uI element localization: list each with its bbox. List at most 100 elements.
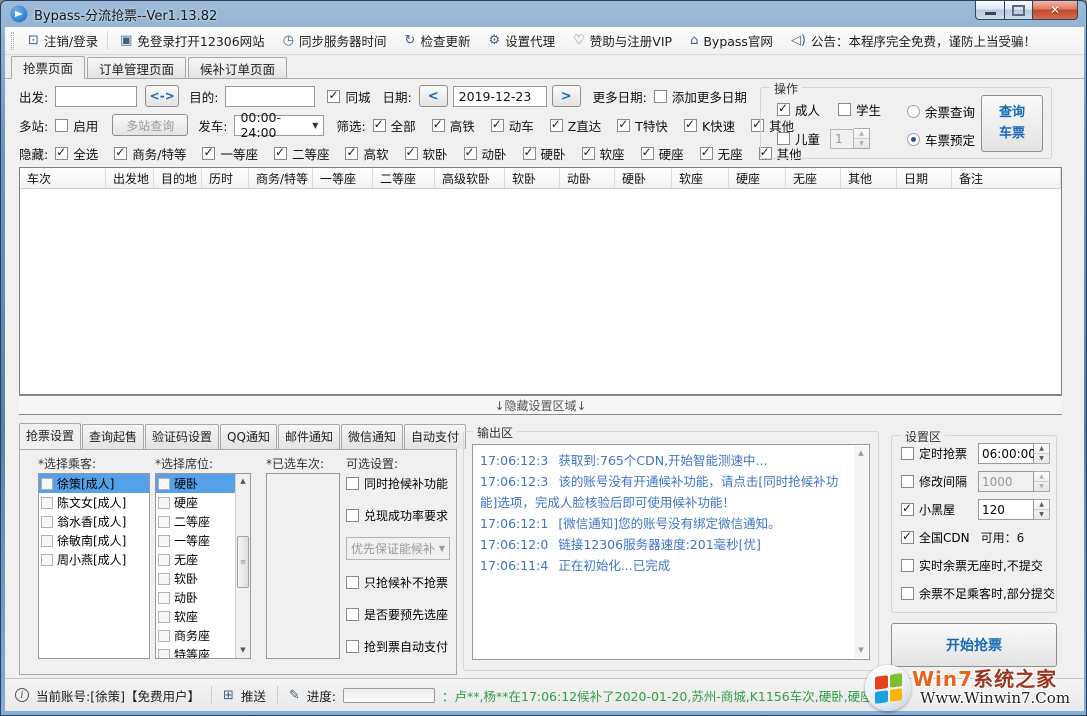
hide-seat-checkbox[interactable]: 商务/特等 bbox=[114, 144, 186, 163]
dest-input[interactable] bbox=[225, 86, 315, 107]
selected-trains-list[interactable] bbox=[266, 473, 340, 659]
interval-checkbox[interactable]: 修改间隔 bbox=[901, 473, 967, 490]
interval-stepper[interactable]: ▲▼ bbox=[1034, 471, 1050, 492]
push-label[interactable]: 推送 bbox=[241, 686, 266, 705]
table-column-header[interactable]: 日期 bbox=[897, 168, 952, 188]
add-more-dates-checkbox[interactable]: 添加更多日期 bbox=[654, 87, 747, 106]
optional-setting-checkbox[interactable]: 兑现成功率要求 bbox=[346, 505, 454, 525]
seat-item[interactable]: 一等座 bbox=[156, 531, 235, 550]
seat-item[interactable]: 二等座 bbox=[156, 512, 235, 531]
toolbar-item[interactable]: ↻ 检查更新 bbox=[396, 31, 480, 50]
grab-panel-tab[interactable]: 查询起售 bbox=[82, 424, 144, 449]
train-type-checkbox[interactable]: 动车 bbox=[491, 116, 534, 135]
table-column-header[interactable]: 历时 bbox=[202, 168, 249, 188]
timed-grab-stepper[interactable]: ▲▼ bbox=[1034, 443, 1050, 464]
blacklist-checkbox[interactable]: 小黑屋 bbox=[901, 501, 955, 518]
hide-seat-checkbox[interactable]: 无座 bbox=[700, 144, 743, 163]
scroll-thumb[interactable]: ≡ bbox=[237, 536, 249, 588]
start-grab-button[interactable]: 开始抢票 bbox=[891, 623, 1057, 667]
interval-input[interactable]: 1000 bbox=[978, 471, 1034, 492]
optional-setting-checkbox[interactable]: 是否要预先选座 bbox=[346, 604, 454, 624]
table-column-header[interactable]: 硬卧 bbox=[615, 168, 672, 188]
table-column-header[interactable]: 备注 bbox=[952, 168, 1061, 188]
next-date-button[interactable]: > bbox=[552, 85, 581, 107]
maximize-button[interactable] bbox=[1005, 1, 1033, 20]
seat-item[interactable]: 无座 bbox=[156, 550, 235, 569]
table-column-header[interactable]: 出发地 bbox=[106, 168, 154, 188]
seat-item[interactable]: 特等座 bbox=[156, 645, 235, 659]
toolbar-item[interactable]: ⌂ Bypass官网 bbox=[681, 31, 782, 50]
child-count-stepper[interactable]: ▲▼ bbox=[854, 128, 870, 149]
scroll-down-icon[interactable]: ▼ bbox=[236, 643, 250, 658]
depart-input[interactable] bbox=[55, 86, 137, 107]
blacklist-stepper[interactable]: ▲▼ bbox=[1034, 499, 1050, 520]
prev-date-button[interactable]: < bbox=[419, 85, 448, 107]
table-column-header[interactable]: 目的地 bbox=[154, 168, 202, 188]
train-type-checkbox[interactable]: Z直达 bbox=[550, 116, 602, 135]
table-column-header[interactable]: 动卧 bbox=[560, 168, 615, 188]
minimize-button[interactable] bbox=[975, 1, 1005, 20]
depart-time-dropdown[interactable]: 00:00-24:00 bbox=[234, 115, 324, 136]
seat-item[interactable]: 硬座 bbox=[156, 493, 235, 512]
hide-seat-checkbox[interactable]: 软卧 bbox=[405, 144, 448, 163]
table-column-header[interactable]: 二等座 bbox=[373, 168, 435, 188]
main-tab[interactable]: 抢票页面 bbox=[11, 56, 85, 79]
no-seat-no-submit-checkbox[interactable]: 实时余票无座时,不提交 bbox=[901, 557, 1043, 574]
passenger-item[interactable]: 周小燕[成人] bbox=[39, 550, 149, 569]
grab-panel-tab[interactable]: QQ通知 bbox=[220, 424, 277, 449]
multi-enable-checkbox[interactable]: 启用 bbox=[55, 116, 98, 135]
seat-item[interactable]: 硬卧 bbox=[156, 474, 235, 493]
main-tab[interactable]: 订单管理页面 bbox=[87, 57, 186, 78]
cdn-checkbox[interactable]: 全国CDN bbox=[901, 529, 970, 546]
hidden-settings-divider[interactable]: ↓隐藏设置区域↓ bbox=[19, 395, 1062, 415]
ticket-book-radio[interactable]: 车票预定 bbox=[907, 130, 975, 149]
hide-seat-checkbox[interactable]: 硬座 bbox=[641, 144, 684, 163]
toolbar-item[interactable]: ◷ 同步服务器时间 bbox=[274, 31, 396, 50]
hide-seat-checkbox[interactable]: 一等座 bbox=[202, 144, 258, 163]
partial-submit-checkbox[interactable]: 余票不足乘客时,部分提交 bbox=[901, 585, 1055, 602]
adult-checkbox[interactable]: 成人 bbox=[777, 100, 820, 119]
swap-stations-button[interactable]: <-> bbox=[145, 85, 179, 107]
toolbar-item[interactable]: ⊡ 注销/登录 bbox=[19, 31, 108, 50]
main-tab[interactable]: 候补订单页面 bbox=[188, 57, 287, 78]
grab-panel-tab[interactable]: 自动支付 bbox=[404, 424, 466, 449]
table-column-header[interactable]: 一等座 bbox=[313, 168, 373, 188]
hide-seat-checkbox[interactable]: 二等座 bbox=[274, 144, 330, 163]
hide-seat-checkbox[interactable]: 高软 bbox=[345, 144, 388, 163]
optional-setting-checkbox[interactable]: 抢到票自动支付 bbox=[346, 636, 454, 656]
train-type-checkbox[interactable]: 全部 bbox=[373, 116, 416, 135]
scroll-up-icon[interactable]: ▲ bbox=[854, 446, 868, 461]
hide-seat-checkbox[interactable]: 动卧 bbox=[464, 144, 507, 163]
toolbar-item[interactable]: ◁) 公告：本程序完全免费，谨防上当受骗！ bbox=[782, 31, 1045, 50]
grab-panel-tab[interactable]: 验证码设置 bbox=[145, 424, 219, 449]
scroll-up-icon[interactable]: ▲ bbox=[236, 474, 250, 489]
toolbar-item[interactable]: ♡ 赞助与注册VIP bbox=[564, 31, 681, 50]
grab-panel-tab[interactable]: 抢票设置 bbox=[19, 423, 81, 450]
waitlist-priority-dropdown[interactable]: 优先保证能候补 bbox=[346, 537, 450, 560]
passenger-item[interactable]: 徐策[成人] bbox=[39, 474, 149, 493]
seat-item[interactable]: 软卧 bbox=[156, 569, 235, 588]
seat-item[interactable]: 动卧 bbox=[156, 588, 235, 607]
passenger-item[interactable]: 陈文女[成人] bbox=[39, 493, 149, 512]
hide-seat-checkbox[interactable]: 硬卧 bbox=[523, 144, 566, 163]
same-city-checkbox[interactable]: 同城 bbox=[327, 87, 370, 106]
output-scrollbar[interactable]: ▲ ▼ bbox=[854, 446, 868, 658]
train-type-checkbox[interactable]: T特快 bbox=[617, 116, 668, 135]
table-column-header[interactable]: 高级软卧 bbox=[435, 168, 505, 188]
passenger-item[interactable]: 徐敏南[成人] bbox=[39, 531, 149, 550]
table-column-header[interactable]: 硬座 bbox=[729, 168, 786, 188]
timed-grab-time-input[interactable]: 06:00:00 bbox=[978, 443, 1034, 464]
seat-item[interactable]: 商务座 bbox=[156, 626, 235, 645]
toolbar-item[interactable]: ▣ 免登录打开12306网站 bbox=[111, 31, 274, 50]
scroll-down-icon[interactable]: ▼ bbox=[854, 643, 868, 658]
blacklist-input[interactable]: 120 bbox=[978, 499, 1034, 520]
optional-setting-checkbox[interactable]: 只抢候补不抢票 bbox=[346, 572, 454, 592]
title-bar[interactable]: Bypass-分流抢票--Ver1.13.82 bbox=[1, 1, 1086, 27]
table-column-header[interactable]: 其他 bbox=[841, 168, 897, 188]
train-type-checkbox[interactable]: 高铁 bbox=[432, 116, 475, 135]
seat-item[interactable]: 软座 bbox=[156, 607, 235, 626]
table-column-header[interactable]: 软座 bbox=[672, 168, 729, 188]
output-log-list[interactable]: 17:06:12:3获取到:765个CDN,开始智能测速中... 17:06:1… bbox=[472, 444, 870, 660]
child-count-input[interactable]: 1 bbox=[830, 129, 854, 149]
seat-list-scrollbar[interactable]: ▲ ≡ ▼ bbox=[235, 474, 250, 658]
